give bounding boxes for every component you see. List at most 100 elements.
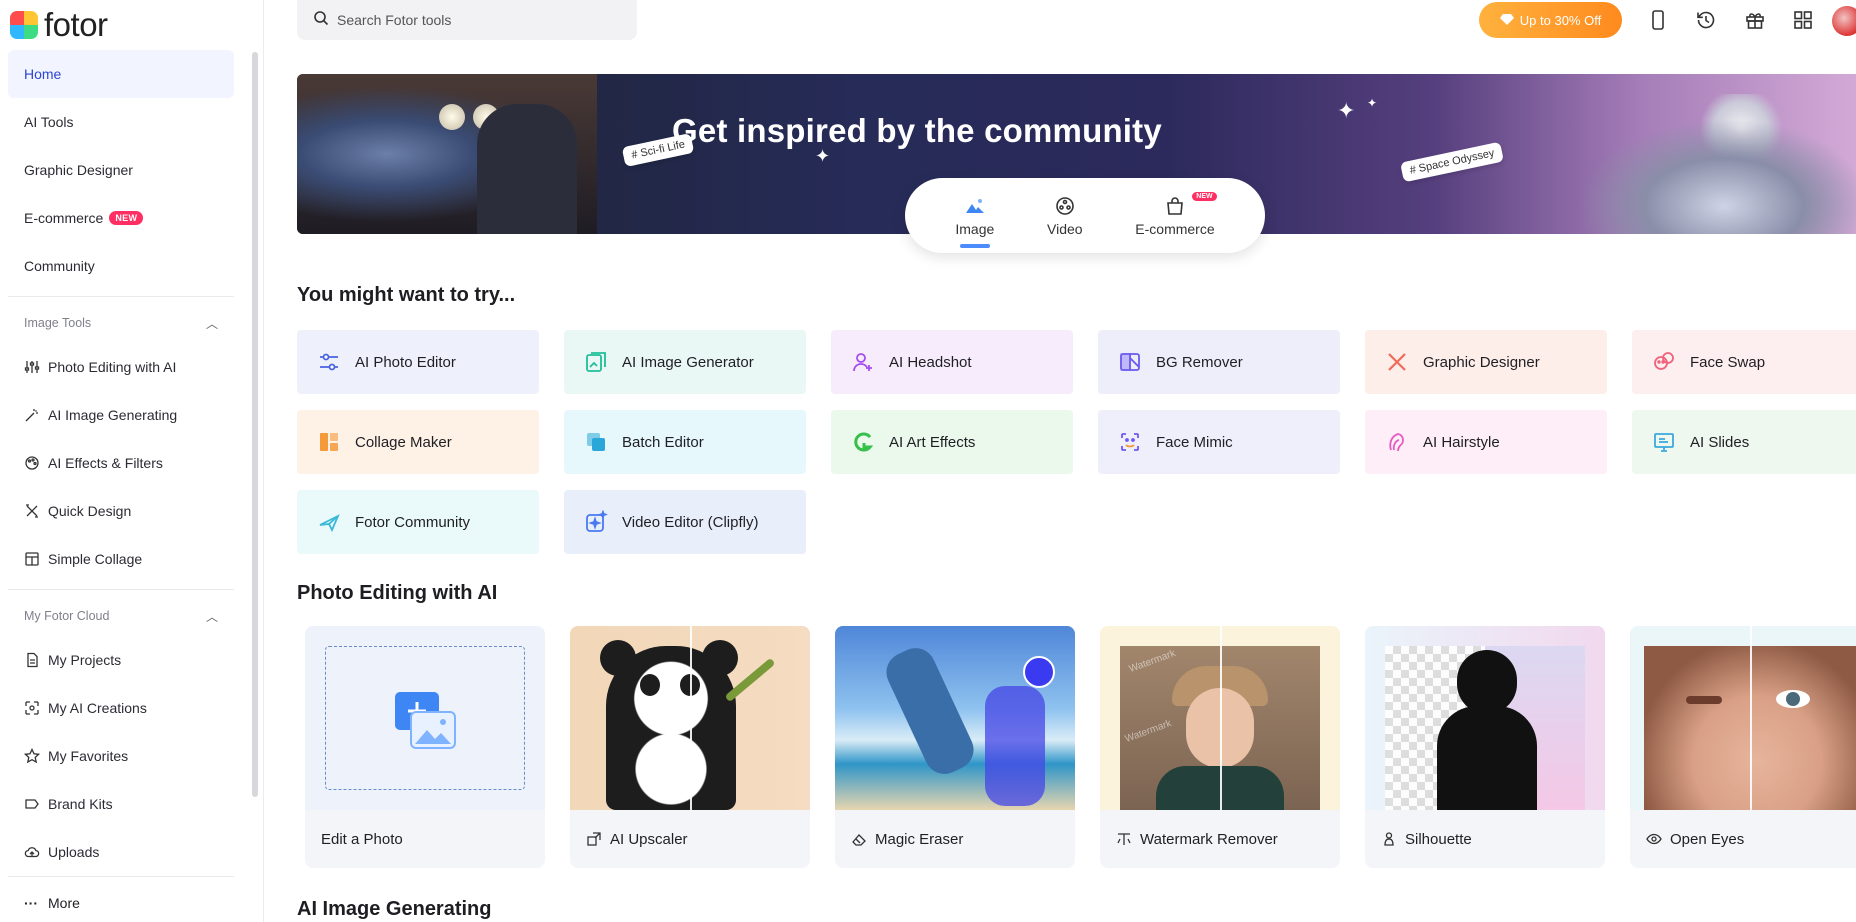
tag-icon bbox=[24, 796, 40, 812]
apps-grid-icon[interactable] bbox=[1791, 8, 1815, 32]
cloud-upload-icon bbox=[24, 844, 40, 860]
diamond-icon bbox=[1499, 12, 1514, 29]
sidebar-item-label: AI Image Generating bbox=[48, 407, 178, 423]
fotor-logo[interactable]: fotor bbox=[10, 6, 108, 44]
fotor-cloud-header[interactable]: My Fotor Cloud ︿ bbox=[8, 596, 234, 636]
promo-button[interactable]: Up to 30% Off bbox=[1479, 2, 1622, 38]
ellipsis-icon: ··· bbox=[24, 894, 38, 911]
sidebar-item-label: AI Effects & Filters bbox=[48, 455, 163, 471]
sidebar-item-ai-effects[interactable]: AI Effects & Filters bbox=[8, 439, 234, 487]
card-ai-upscaler[interactable]: AI Upscaler bbox=[570, 626, 810, 868]
card-silhouette[interactable]: Silhouette bbox=[1365, 626, 1605, 868]
card-label: Silhouette bbox=[1405, 830, 1472, 848]
divider bbox=[8, 296, 234, 297]
tab-video[interactable]: Video bbox=[1047, 186, 1083, 246]
tool-label: AI Image Generator bbox=[622, 353, 754, 371]
upscale-icon bbox=[587, 832, 601, 846]
eye-icon bbox=[1646, 833, 1662, 845]
card-label: Magic Eraser bbox=[875, 830, 964, 848]
tool-ai-slides[interactable]: AI Slides bbox=[1632, 410, 1856, 474]
image-tools-header[interactable]: Image Tools ︿ bbox=[8, 303, 234, 343]
person-plus-icon bbox=[851, 350, 875, 374]
compare-divider[interactable] bbox=[1750, 626, 1752, 810]
sidebar-item-simple-collage[interactable]: Simple Collage bbox=[8, 535, 234, 583]
sidebar-item-label: Brand Kits bbox=[48, 796, 113, 812]
pencil-cross-icon bbox=[1385, 350, 1409, 374]
section-title: My Fotor Cloud bbox=[24, 609, 110, 623]
sidebar: fotor Home AI Tools Graphic Designer E-c… bbox=[0, 0, 264, 922]
tool-face-mimic[interactable]: Face Mimic bbox=[1098, 410, 1340, 474]
sidebar-item-ai-tools[interactable]: AI Tools bbox=[8, 98, 234, 146]
sidebar-item-label: Quick Design bbox=[48, 503, 132, 519]
tool-batch-editor[interactable]: Batch Editor bbox=[564, 410, 806, 474]
sidebar-item-ecommerce[interactable]: E-commerce NEW bbox=[8, 194, 234, 242]
panda-image bbox=[570, 626, 810, 810]
card-open-eyes[interactable]: Open Eyes bbox=[1630, 626, 1856, 868]
tool-face-swap[interactable]: Face Swap bbox=[1632, 330, 1856, 394]
tool-ai-art-effects[interactable]: AI Art Effects bbox=[831, 410, 1073, 474]
card-magic-eraser[interactable]: Magic Eraser bbox=[835, 626, 1075, 868]
sidebar-item-label: Photo Editing with AI bbox=[48, 359, 177, 375]
sidebar-item-quick-design[interactable]: Quick Design bbox=[8, 487, 234, 535]
tool-ai-photo-editor[interactable]: AI Photo Editor bbox=[297, 330, 539, 394]
tab-image[interactable]: Image bbox=[955, 186, 994, 248]
tool-ai-hairstyle[interactable]: AI Hairstyle bbox=[1365, 410, 1607, 474]
sidebar-item-brand-kits[interactable]: Brand Kits bbox=[8, 780, 234, 828]
tool-graphic-designer[interactable]: Graphic Designer bbox=[1365, 330, 1607, 394]
tool-video-editor-clipfly[interactable]: Video Editor (Clipfly) bbox=[564, 490, 806, 554]
open-eyes-image bbox=[1630, 626, 1856, 810]
sidebar-item-graphic-designer[interactable]: Graphic Designer bbox=[8, 146, 234, 194]
shopping-bag-icon bbox=[1167, 196, 1183, 215]
tool-collage-maker[interactable]: Collage Maker bbox=[297, 410, 539, 474]
card-watermark-remover[interactable]: Watermark Watermark Watermark Remover bbox=[1100, 626, 1340, 868]
sidebar-item-label: Community bbox=[24, 258, 95, 274]
ai-generating-section-title: AI Image Generating bbox=[297, 898, 492, 920]
silhouette-icon bbox=[1384, 832, 1394, 846]
sidebar-item-my-projects[interactable]: My Projects bbox=[8, 636, 234, 684]
sidebar-item-label: My Projects bbox=[48, 652, 122, 668]
gift-icon[interactable] bbox=[1743, 8, 1767, 32]
tool-ai-image-generator[interactable]: AI Image Generator bbox=[564, 330, 806, 394]
tool-bg-remover[interactable]: BG Remover bbox=[1098, 330, 1340, 394]
tool-ai-headshot[interactable]: AI Headshot bbox=[831, 330, 1073, 394]
mountain-icon bbox=[965, 198, 984, 213]
mobile-icon[interactable] bbox=[1646, 8, 1670, 32]
compare-divider[interactable] bbox=[690, 626, 692, 810]
sidebar-more-button[interactable]: ··· More bbox=[8, 876, 234, 922]
sidebar-item-home[interactable]: Home bbox=[8, 50, 234, 98]
sidebar-item-my-favorites[interactable]: My Favorites bbox=[8, 732, 234, 780]
tool-fotor-community[interactable]: Fotor Community bbox=[297, 490, 539, 554]
sidebar-scrollbar[interactable] bbox=[252, 52, 258, 797]
collage-icon bbox=[24, 551, 40, 567]
upload-area[interactable] bbox=[305, 626, 545, 810]
sidebar-item-my-ai-creations[interactable]: My AI Creations bbox=[8, 684, 234, 732]
fotor-logo-icon bbox=[10, 11, 38, 39]
card-edit-a-photo[interactable]: Edit a Photo bbox=[305, 626, 545, 868]
banner-image-astronaut bbox=[1537, 94, 1856, 234]
tool-label: Graphic Designer bbox=[1423, 353, 1540, 371]
search-bar[interactable] bbox=[297, 0, 637, 40]
tool-label: AI Art Effects bbox=[889, 433, 976, 451]
tab-label: Video bbox=[1047, 220, 1083, 237]
upload-image-icon bbox=[395, 692, 456, 749]
slides-icon bbox=[1652, 430, 1676, 454]
tool-label: Video Editor (Clipfly) bbox=[622, 513, 759, 531]
sidebar-item-photo-editing[interactable]: Photo Editing with AI bbox=[8, 343, 234, 391]
compare-divider[interactable] bbox=[1220, 626, 1222, 810]
card-label: Watermark Remover bbox=[1140, 830, 1278, 848]
card-caption: Edit a Photo bbox=[305, 810, 545, 868]
sidebar-item-community[interactable]: Community bbox=[8, 242, 234, 290]
more-label: More bbox=[48, 894, 80, 911]
document-icon bbox=[24, 652, 40, 668]
sparkle-icon: ✦ bbox=[1337, 98, 1356, 123]
history-icon[interactable] bbox=[1694, 8, 1718, 32]
sidebar-item-uploads[interactable]: Uploads bbox=[8, 828, 234, 876]
tab-ecommerce[interactable]: NEW E-commerce bbox=[1135, 186, 1217, 246]
face-mimic-icon bbox=[1118, 430, 1142, 454]
plane-icon bbox=[317, 510, 341, 534]
avatar[interactable] bbox=[1832, 6, 1856, 36]
card-label: AI Upscaler bbox=[610, 830, 688, 848]
tool-label: BG Remover bbox=[1156, 353, 1243, 371]
sidebar-item-ai-image-generating[interactable]: AI Image Generating bbox=[8, 391, 234, 439]
search-input[interactable] bbox=[337, 12, 617, 28]
